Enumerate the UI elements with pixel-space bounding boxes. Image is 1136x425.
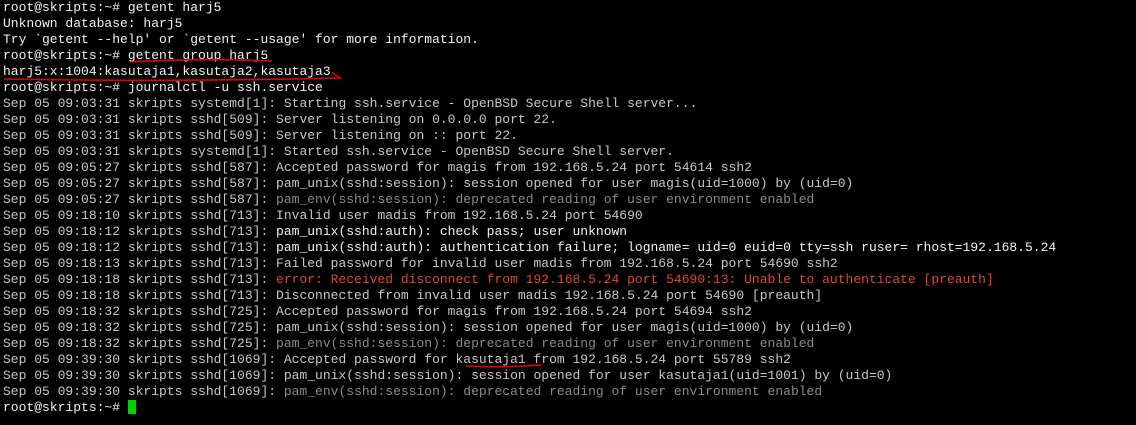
log-prefix: Sep 05 09:39:30 skripts sshd[1069]: [3, 384, 284, 399]
log-prefix: Sep 05 09:18:18 skripts sshd[713]: [3, 272, 277, 287]
terminal-line: Sep 05 09:18:13 skripts sshd[713]: Faile… [3, 256, 838, 271]
terminal-line: Sep 05 09:05:27 skripts sshd[587]: pam_e… [3, 192, 1056, 208]
terminal-line: harj5:x:1004:kasutaja1,kasutaja2,kasutaj… [3, 64, 331, 79]
log-prefix: Sep 05 09:18:12 skripts sshd[713]: [3, 224, 277, 239]
terminal-line: Sep 05 09:03:31 skripts sshd[509]: Serve… [3, 128, 518, 143]
terminal-line: Unknown database: harj5 [3, 16, 183, 31]
terminal-line: Try `getent --help' or `getent --usage' … [3, 32, 479, 47]
terminal-line: Sep 05 09:18:12 skripts sshd[713]: pam_u… [3, 224, 1056, 240]
terminal-line: Sep 05 09:18:32 skripts sshd[725]: pam_u… [3, 320, 854, 335]
log-message: pam_env(sshd:session): deprecated readin… [283, 384, 823, 399]
terminal-line: Sep 05 09:39:30 skripts sshd[1069]: pam_… [3, 384, 1056, 400]
terminal-line: Sep 05 09:39:30 skripts sshd[1069]: Acce… [3, 352, 791, 367]
terminal-line: Sep 05 09:05:27 skripts sshd[587]: Accep… [3, 160, 752, 175]
log-message: error: Received disconnect from 192.168.… [276, 272, 994, 287]
terminal-line: Sep 05 09:03:31 skripts sshd[509]: Serve… [3, 112, 557, 127]
terminal-line: Sep 05 09:03:31 skripts systemd[1]: Star… [3, 96, 698, 111]
log-prefix: Sep 05 09:05:27 skripts sshd[587]: [3, 192, 277, 207]
terminal-line: root@skripts:~# getent harj5 [3, 0, 222, 15]
terminal-line: Sep 05 09:18:18 skripts sshd[713]: error… [3, 272, 1056, 288]
log-message: pam_unix(sshd:auth): authentication fail… [276, 240, 1057, 255]
log-prefix: Sep 05 09:18:32 skripts sshd[725]: [3, 336, 277, 351]
terminal-line: Sep 05 09:39:30 skripts sshd[1069]: pam_… [3, 368, 893, 383]
terminal-line: Sep 05 09:18:32 skripts sshd[725]: Accep… [3, 304, 752, 319]
log-prefix: Sep 05 09:18:12 skripts sshd[713]: [3, 240, 277, 255]
terminal-line: Sep 05 09:18:32 skripts sshd[725]: pam_e… [3, 336, 1056, 352]
log-message: pam_unix(sshd:auth): check pass; user un… [276, 224, 628, 239]
cursor [127, 400, 136, 414]
log-message: pam_env(sshd:session): deprecated readin… [276, 192, 815, 207]
terminal-line: Sep 05 09:18:18 skripts sshd[713]: Disco… [3, 288, 823, 303]
terminal-output: root@skripts:~# getent harj5 Unknown data… [3, 0, 1056, 416]
shell-prompt: root@skripts:~# [3, 400, 128, 415]
terminal-window[interactable]: root@skripts:~# getent harj5 Unknown data… [0, 0, 1136, 425]
terminal-line: root@skripts:~# getent group harj5 [3, 48, 269, 63]
terminal-line: Sep 05 09:18:12 skripts sshd[713]: pam_u… [3, 240, 1056, 256]
terminal-line: Sep 05 09:03:31 skripts systemd[1]: Star… [3, 144, 674, 159]
terminal-prompt-line[interactable]: root@skripts:~# [3, 400, 1056, 416]
terminal-line: Sep 05 09:18:10 skripts sshd[713]: Inval… [3, 208, 643, 223]
terminal-line: Sep 05 09:05:27 skripts sshd[587]: pam_u… [3, 176, 854, 191]
terminal-line: root@skripts:~# journalctl -u ssh.servic… [3, 80, 323, 95]
log-message: pam_env(sshd:session): deprecated readin… [276, 336, 815, 351]
